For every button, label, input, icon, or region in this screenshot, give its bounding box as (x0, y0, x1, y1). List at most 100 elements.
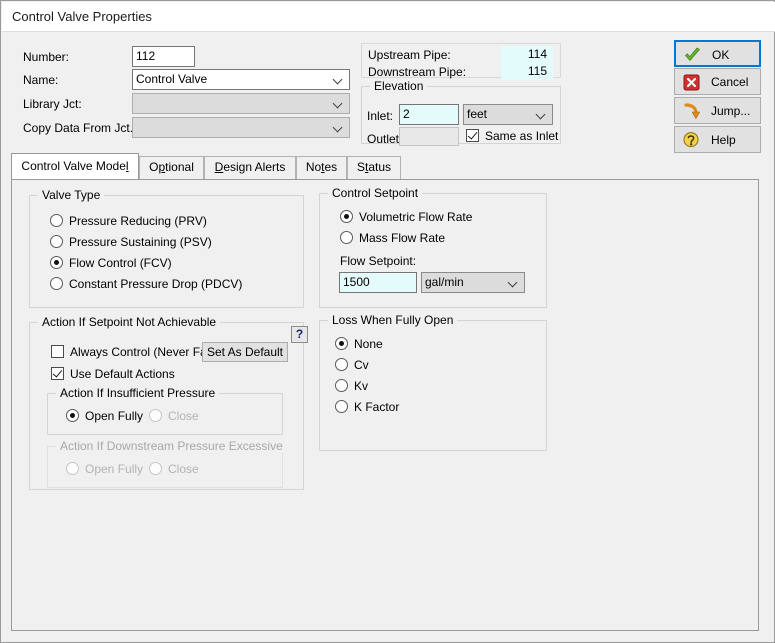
radio-dot (50, 214, 63, 227)
tab-notes[interactable]: Notes (296, 156, 347, 179)
cancel-button[interactable]: Cancel (674, 68, 761, 95)
control-valve-properties-window: Control Valve Properties Number: 112 Nam… (0, 0, 775, 643)
jump-button-label: Jump... (711, 104, 751, 118)
set-as-default-button-label: Set As Default (206, 345, 284, 359)
inlet-elevation-input[interactable]: 2 (399, 104, 459, 125)
number-label: Number: (23, 50, 70, 64)
chevron-down-icon (334, 99, 343, 108)
excessive-pressure-title: Action If Downstream Pressure Excessive (56, 439, 287, 453)
elevation-units-combobox[interactable]: feet (463, 104, 553, 125)
flow-setpoint-units-value: gal/min (425, 275, 464, 289)
name-combobox-value: Control Valve (136, 72, 208, 86)
jump-button[interactable]: Jump... (674, 97, 761, 124)
radio-dot (50, 235, 63, 248)
radio-dot (149, 462, 162, 475)
tab-optional[interactable]: Optional (139, 156, 204, 179)
radio-excessive-close-label: Close (168, 462, 199, 476)
name-combobox[interactable]: Control Valve (132, 69, 350, 90)
library-jct-combobox[interactable] (132, 93, 350, 114)
same-as-inlet-label: Same as Inlet (485, 129, 559, 143)
tab-design-alerts-label: Design Alerts (214, 160, 286, 174)
tab-optional-label: Optional (149, 160, 194, 174)
tab-notes-label: Notes (305, 160, 338, 174)
flow-setpoint-input[interactable]: 1500 (339, 272, 417, 293)
inlet-label: Inlet: (367, 109, 394, 123)
action-if-setpoint-not-achievable-group: Action If Setpoint Not Achievable Always… (29, 315, 308, 490)
control-setpoint-group: Control Setpoint Volumetric Flow Rate Ma… (319, 186, 547, 308)
question-icon (682, 131, 701, 150)
help-button-label: Help (711, 133, 736, 147)
flow-setpoint-units-combobox[interactable]: gal/min (421, 272, 525, 293)
close-icon (682, 73, 701, 92)
copy-data-combobox[interactable] (132, 117, 350, 138)
tab-control-valve-model-label: Control Valve Model (21, 159, 129, 173)
radio-dot (335, 379, 348, 392)
radio-loss-none-label: None (354, 337, 383, 351)
control-setpoint-group-title: Control Setpoint (328, 186, 423, 200)
radio-dot (340, 210, 353, 223)
radio-dot (66, 409, 79, 422)
name-label: Name: (23, 73, 59, 87)
upstream-pipe-label: Upstream Pipe: (368, 48, 451, 62)
checkbox-box (51, 345, 64, 358)
radio-pressure-reducing-label: Pressure Reducing (PRV) (69, 214, 207, 228)
upstream-pipe-value: 114 (501, 46, 553, 63)
copy-data-label: Copy Data From Jct... (23, 121, 140, 135)
check-icon (683, 46, 702, 65)
title-bar: Control Valve Properties (2, 2, 775, 32)
radio-dot (335, 337, 348, 350)
chevron-down-icon (537, 110, 546, 119)
radio-loss-kv-label: Kv (354, 379, 369, 393)
help-button[interactable]: Help (674, 126, 761, 153)
radio-dot (66, 462, 79, 475)
action-if-insufficient-pressure-group: Action If Insufficient Pressure Open Ful… (47, 386, 283, 435)
downstream-pipe-label: Downstream Pipe: (368, 65, 467, 79)
outlet-elevation-input (399, 127, 459, 146)
always-control-label: Always Control (Never Fail) (70, 345, 217, 359)
tab-design-alerts[interactable]: Design Alerts (204, 156, 296, 179)
chevron-down-icon (509, 278, 518, 287)
radio-dot (149, 409, 162, 422)
valve-type-group-title: Valve Type (38, 188, 105, 202)
help-question-button[interactable]: ? (291, 326, 308, 343)
radio-insufficient-open-fully-label: Open Fully (85, 409, 144, 423)
valve-type-group: Valve Type Pressure Reducing (PRV) Press… (29, 188, 304, 308)
radio-insufficient-close-label: Close (168, 409, 199, 423)
radio-dot (50, 277, 63, 290)
number-input[interactable]: 112 (132, 46, 195, 67)
checkbox-box (466, 129, 479, 142)
elevation-group-title: Elevation (370, 79, 428, 93)
use-default-actions-label: Use Default Actions (70, 367, 175, 381)
chevron-down-icon (334, 75, 343, 84)
ok-button[interactable]: OK (674, 40, 761, 67)
radio-mass-flow-rate-label: Mass Flow Rate (359, 231, 446, 245)
radio-pressure-sustaining-label: Pressure Sustaining (PSV) (69, 235, 212, 249)
loss-group-title: Loss When Fully Open (328, 313, 458, 327)
radio-loss-cv-label: Cv (354, 358, 369, 372)
tab-status[interactable]: Status (347, 156, 401, 179)
set-as-default-button[interactable]: Set As Default (202, 342, 288, 362)
chevron-down-icon (334, 123, 343, 132)
window-title: Control Valve Properties (12, 9, 152, 24)
downstream-pipe-value: 115 (501, 63, 553, 80)
loss-when-fully-open-group: Loss When Fully Open None Cv Kv K Factor (319, 313, 547, 451)
flow-setpoint-label: Flow Setpoint: (340, 254, 417, 268)
action-if-downstream-pressure-excessive-group: Action If Downstream Pressure Excessive … (47, 439, 287, 488)
insufficient-pressure-title: Action If Insufficient Pressure (56, 386, 220, 400)
radio-loss-k-factor-label: K Factor (354, 400, 400, 414)
radio-dot (50, 256, 63, 269)
help-question-label: ? (295, 327, 304, 341)
radio-excessive-open-fully-label: Open Fully (85, 462, 144, 476)
radio-dot (340, 231, 353, 244)
action-group-title: Action If Setpoint Not Achievable (38, 315, 221, 329)
elevation-units-value: feet (467, 107, 488, 121)
outlet-label: Outlet: (367, 132, 403, 146)
checkbox-box (51, 367, 64, 380)
control-valve-model-panel: Valve Type Pressure Reducing (PRV) Press… (11, 179, 759, 631)
jump-arrow-icon (682, 102, 701, 121)
ok-button-label: OK (712, 48, 730, 62)
tab-control-valve-model[interactable]: Control Valve Model (11, 153, 139, 179)
radio-dot (335, 358, 348, 371)
library-jct-label: Library Jct: (23, 97, 82, 111)
radio-constant-pressure-drop-label: Constant Pressure Drop (PDCV) (69, 277, 243, 291)
